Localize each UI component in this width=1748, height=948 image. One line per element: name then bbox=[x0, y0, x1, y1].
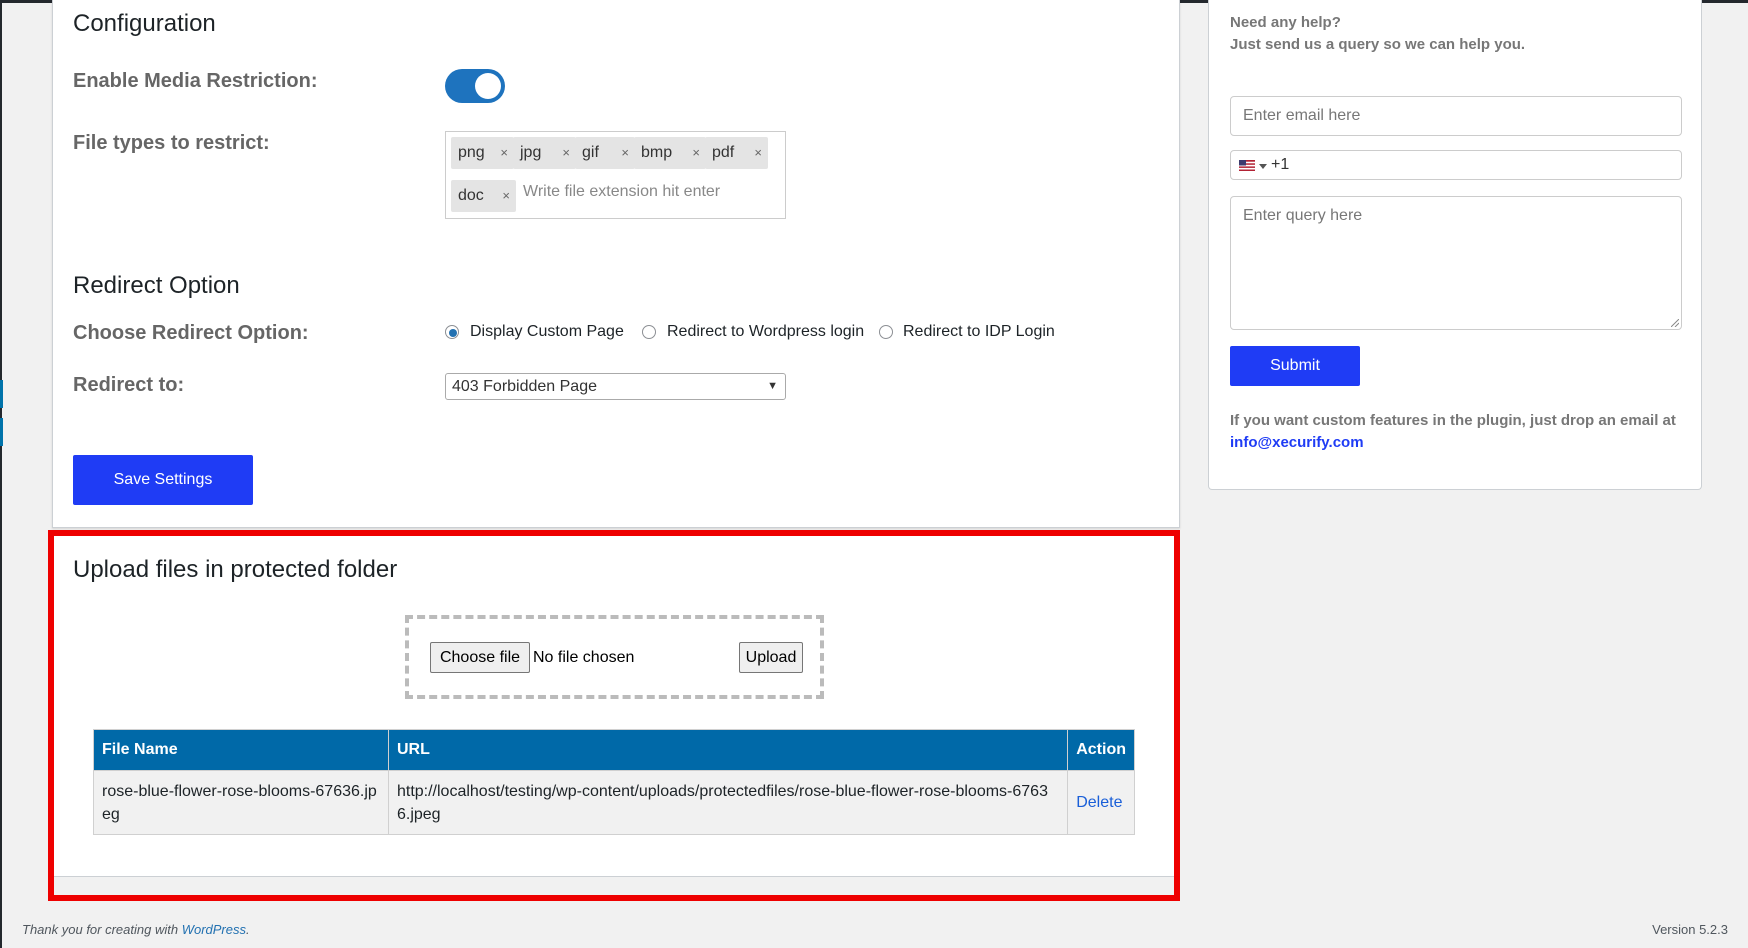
admin-left-border bbox=[0, 0, 2, 948]
radio-label-redirect-wordpress-login: Redirect to Wordpress login bbox=[667, 323, 865, 340]
tag-label: bmp bbox=[641, 144, 673, 161]
toggle-knob bbox=[475, 73, 501, 99]
footer-thanks: Thank you for creating with WordPress. bbox=[22, 922, 250, 937]
resize-handle-icon[interactable] bbox=[1671, 319, 1679, 327]
redirect-to-value: 403 Forbidden Page bbox=[452, 378, 597, 395]
radio-display-custom-page[interactable] bbox=[445, 325, 459, 339]
submit-button[interactable]: Submit bbox=[1230, 346, 1360, 386]
tag-remove-icon[interactable]: × bbox=[692, 137, 700, 169]
admin-edge-marker bbox=[0, 418, 3, 446]
radio-label-redirect-idp-login: Redirect to IDP Login bbox=[903, 323, 1055, 340]
redirect-option-title: Redirect Option bbox=[73, 272, 240, 299]
redirect-to-label: Redirect to: bbox=[73, 374, 185, 396]
radio-redirect-idp-login[interactable] bbox=[879, 325, 893, 339]
tag-remove-icon[interactable]: × bbox=[502, 180, 510, 212]
footer-thanks-end: . bbox=[246, 922, 250, 937]
email-placeholder: Enter email here bbox=[1243, 107, 1361, 124]
custom-features-message: If you want custom features in the plugi… bbox=[1230, 412, 1676, 429]
tag-label: doc bbox=[458, 187, 484, 204]
file-extension-input[interactable] bbox=[517, 179, 789, 205]
file-types-tag-input[interactable]: png × jpg × gif × bmp × pdf × doc × bbox=[445, 131, 789, 219]
query-field[interactable]: Enter query here bbox=[1230, 196, 1682, 330]
custom-features-text: If you want custom features in the plugi… bbox=[1230, 410, 1700, 454]
tag-remove-icon[interactable]: × bbox=[754, 137, 762, 169]
file-type-tag[interactable]: pdf × bbox=[705, 137, 768, 169]
footer-version: Version 5.2.3 bbox=[1652, 922, 1728, 937]
tag-label: jpg bbox=[520, 144, 542, 161]
chevron-down-icon[interactable] bbox=[1259, 164, 1267, 169]
admin-edge-marker bbox=[0, 380, 3, 408]
redirect-to-select[interactable]: 403 Forbidden Page ▼ bbox=[445, 373, 786, 400]
file-type-tag[interactable]: jpg × bbox=[513, 137, 576, 169]
tag-remove-icon[interactable]: × bbox=[621, 137, 629, 169]
wordpress-link[interactable]: WordPress bbox=[182, 922, 246, 937]
file-types-label: File types to restrict: bbox=[73, 132, 270, 154]
phone-field[interactable]: +1 bbox=[1230, 150, 1682, 180]
phone-prefix: +1 bbox=[1271, 156, 1290, 173]
file-type-tag[interactable]: doc × bbox=[451, 180, 516, 212]
footer-thanks-text: Thank you for creating with bbox=[22, 922, 179, 937]
file-type-tag[interactable]: bmp × bbox=[634, 137, 706, 169]
radio-redirect-wordpress-login[interactable] bbox=[642, 325, 656, 339]
query-placeholder: Enter query here bbox=[1243, 207, 1363, 224]
file-type-tag[interactable]: png × bbox=[451, 137, 514, 169]
enable-media-restriction-label: Enable Media Restriction: bbox=[73, 70, 318, 92]
help-subheading: Just send us a query so we can help you. bbox=[1230, 36, 1526, 53]
configuration-title: Configuration bbox=[73, 10, 216, 37]
file-type-tag[interactable]: gif × bbox=[575, 137, 635, 169]
radio-label-display-custom-page: Display Custom Page bbox=[470, 323, 624, 340]
media-restriction-toggle[interactable] bbox=[445, 69, 505, 103]
tag-remove-icon[interactable]: × bbox=[500, 137, 508, 169]
tag-label: gif bbox=[582, 144, 599, 161]
highlight-box bbox=[48, 530, 1180, 901]
chevron-down-icon: ▼ bbox=[767, 380, 778, 392]
tag-label: pdf bbox=[712, 144, 735, 161]
tag-remove-icon[interactable]: × bbox=[562, 137, 570, 169]
contact-email-link[interactable]: info@xecurify.com bbox=[1230, 434, 1364, 451]
help-heading: Need any help? bbox=[1230, 14, 1341, 31]
email-field[interactable]: Enter email here bbox=[1230, 96, 1682, 136]
tag-label: png bbox=[458, 144, 485, 161]
save-settings-button[interactable]: Save Settings bbox=[73, 455, 253, 505]
us-flag-icon[interactable] bbox=[1239, 160, 1255, 171]
choose-redirect-option-label: Choose Redirect Option: bbox=[73, 322, 309, 344]
